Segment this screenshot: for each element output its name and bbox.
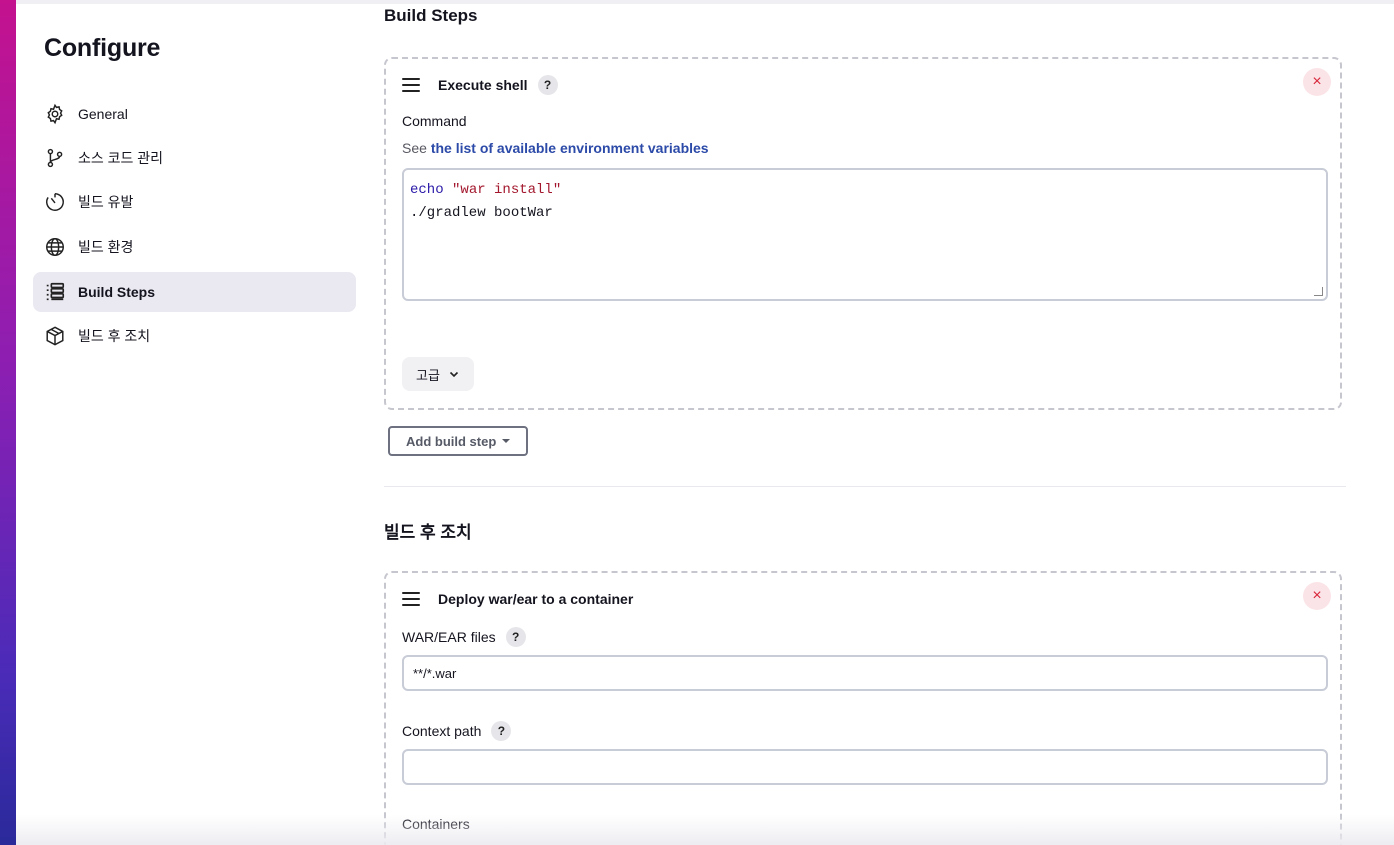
sidebar-item-triggers[interactable]: 빌드 유발	[33, 182, 356, 222]
command-textarea[interactable]: echo "war install" ./gradlew bootWar	[402, 168, 1328, 301]
env-vars-hint: See the list of available environment va…	[402, 140, 709, 156]
close-icon: ×	[1312, 587, 1322, 604]
remove-step-button[interactable]: ×	[1303, 68, 1331, 96]
card-title: Deploy war/ear to a container	[438, 591, 634, 607]
sidebar-item-label: 빌드 유발	[78, 194, 134, 210]
context-path-input[interactable]	[402, 749, 1328, 785]
help-icon[interactable]: ?	[505, 627, 526, 647]
branch-icon	[44, 147, 66, 169]
package-icon	[44, 325, 66, 347]
war-files-label: WAR/EAR files ?	[402, 627, 526, 647]
top-bar-edge	[16, 0, 1394, 4]
help-icon[interactable]: ?	[491, 721, 512, 741]
drag-handle-icon[interactable]	[402, 592, 420, 606]
resize-handle-icon[interactable]	[1314, 287, 1323, 296]
chevron-down-icon	[449, 371, 458, 378]
advanced-button[interactable]: 고급	[402, 357, 474, 391]
remove-action-button[interactable]: ×	[1303, 582, 1331, 610]
timer-icon	[44, 191, 66, 213]
close-icon: ×	[1312, 73, 1322, 90]
sidebar-item-general[interactable]: General	[33, 94, 356, 134]
sidebar-item-scm[interactable]: 소스 코드 관리	[33, 138, 356, 178]
sidebar-item-post-build[interactable]: 빌드 후 조치	[33, 316, 356, 356]
sidebar-item-label: General	[78, 106, 128, 122]
execute-shell-card: Execute shell ? × Command See the list o…	[384, 57, 1342, 410]
see-prefix: See	[402, 140, 427, 156]
command-label: Command	[402, 113, 467, 129]
browser-window: Configure General 소스 코드 관리 빌드 유발 빌드 환경 B…	[16, 0, 1394, 845]
sidebar-item-build-steps[interactable]: Build Steps	[33, 272, 356, 312]
deploy-war-card: Deploy war/ear to a container × WAR/EAR …	[384, 571, 1342, 845]
globe-icon	[44, 236, 66, 258]
desktop-background	[0, 0, 16, 845]
sidebar-item-label: 빌드 후 조치	[78, 328, 151, 344]
post-build-heading: 빌드 후 조치	[384, 523, 472, 542]
advanced-label: 고급	[416, 367, 440, 383]
caret-down-icon	[502, 439, 511, 443]
sidebar-item-build-env[interactable]: 빌드 환경	[33, 227, 356, 267]
add-build-step-button[interactable]: Add build step	[388, 426, 529, 456]
war-files-input[interactable]	[402, 655, 1328, 691]
code-string: "war install"	[452, 182, 562, 198]
build-steps-heading: Build Steps	[384, 6, 478, 25]
page-title: Configure	[44, 34, 161, 62]
war-files-label-text: WAR/EAR files	[402, 629, 496, 645]
code-line: ./gradlew bootWar	[410, 205, 553, 221]
card-header: Deploy war/ear to a container	[402, 587, 633, 611]
sidebar-item-label: 빌드 환경	[78, 239, 134, 255]
add-build-step-label: Add build step	[406, 433, 497, 449]
code-keyword: echo	[410, 182, 444, 198]
code-line: echo "war install"	[410, 179, 1320, 202]
sidebar-item-label: 소스 코드 관리	[78, 150, 164, 166]
card-header: Execute shell ?	[402, 73, 558, 97]
section-divider	[384, 486, 1346, 487]
drag-handle-icon[interactable]	[402, 78, 420, 92]
context-path-label: Context path ?	[402, 721, 512, 741]
env-vars-link[interactable]: the list of available environment variab…	[431, 140, 709, 156]
sidebar-item-label: Build Steps	[78, 284, 156, 300]
containers-label: Containers	[402, 816, 470, 832]
gear-icon	[44, 103, 66, 125]
card-title: Execute shell	[438, 77, 528, 93]
help-icon[interactable]: ?	[537, 75, 558, 95]
list-steps-icon	[44, 281, 66, 303]
context-path-label-text: Context path	[402, 723, 482, 739]
